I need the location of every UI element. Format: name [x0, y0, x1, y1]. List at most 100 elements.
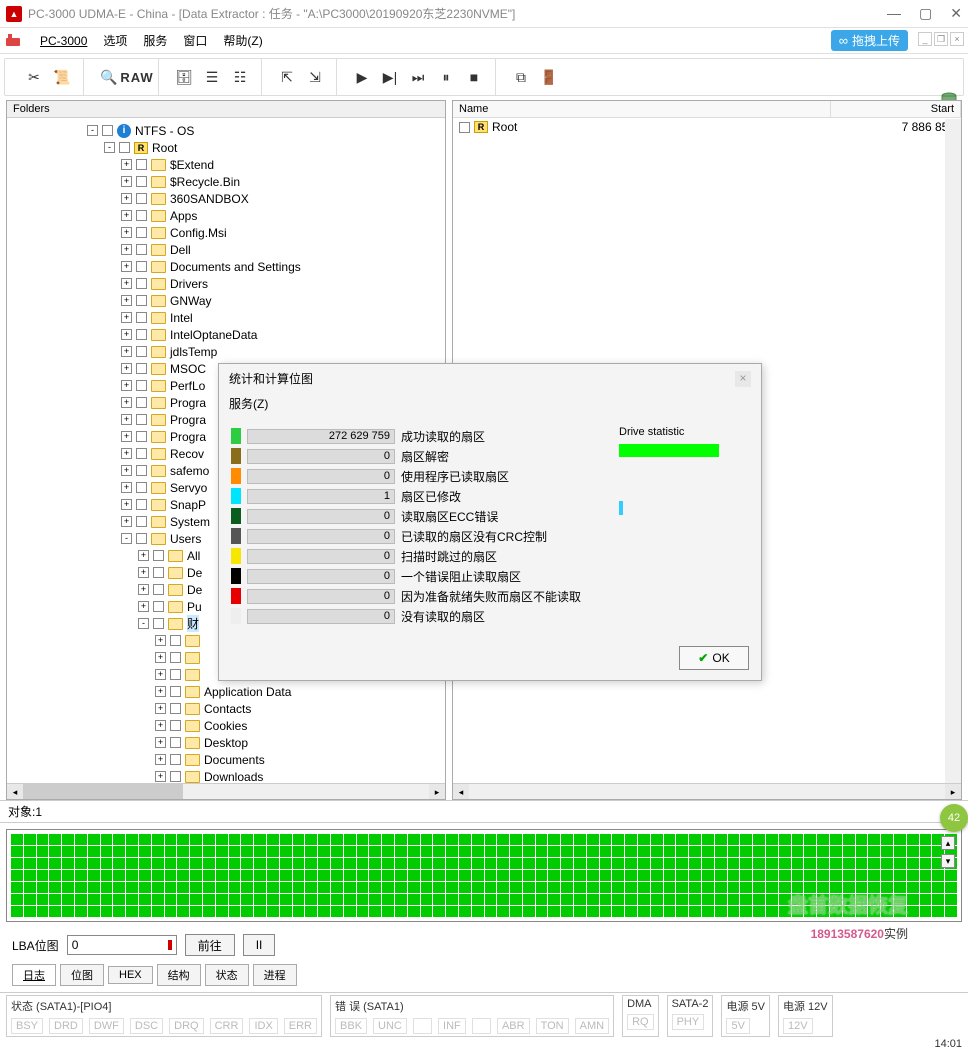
sector-cell[interactable]	[126, 834, 138, 845]
sector-cell[interactable]	[318, 906, 330, 917]
tab-log[interactable]: 日志	[12, 964, 56, 986]
sector-cell[interactable]	[561, 906, 573, 917]
sector-cell[interactable]	[600, 834, 612, 845]
sector-cell[interactable]	[625, 834, 637, 845]
tree-node[interactable]: +Dell	[7, 241, 445, 258]
sector-cell[interactable]	[421, 882, 433, 893]
sector-cell[interactable]	[638, 846, 650, 857]
sector-cell[interactable]	[88, 906, 100, 917]
col-name[interactable]: Name	[453, 101, 831, 117]
sector-cell[interactable]	[664, 834, 676, 845]
tree-checkbox[interactable]	[119, 142, 130, 153]
export-icon[interactable]: ⇱	[276, 66, 298, 88]
tree-node[interactable]: +Documents	[7, 751, 445, 768]
sector-cell[interactable]	[894, 846, 906, 857]
sector-cell[interactable]	[113, 882, 125, 893]
sector-cell[interactable]	[293, 846, 305, 857]
tree-node[interactable]: +Config.Msi	[7, 224, 445, 241]
sector-cell[interactable]	[920, 882, 932, 893]
sector-cell[interactable]	[395, 858, 407, 869]
sector-cell[interactable]	[152, 882, 164, 893]
sector-cell[interactable]	[37, 846, 49, 857]
sector-cell[interactable]	[523, 906, 535, 917]
expand-icon[interactable]: +	[121, 346, 132, 357]
sector-cell[interactable]	[229, 858, 241, 869]
sector-cell[interactable]	[920, 870, 932, 881]
sector-cell[interactable]	[177, 870, 189, 881]
tree-checkbox[interactable]	[153, 601, 164, 612]
sector-cell[interactable]	[536, 894, 548, 905]
sector-cell[interactable]	[459, 906, 471, 917]
sector-cell[interactable]	[689, 846, 701, 857]
sector-cell[interactable]	[382, 858, 394, 869]
tree-checkbox[interactable]	[136, 193, 147, 204]
play-step-icon[interactable]: ▶|	[379, 66, 401, 88]
sector-cell[interactable]	[881, 846, 893, 857]
sector-cell[interactable]	[241, 834, 253, 845]
list-icon[interactable]: ☰	[201, 66, 223, 88]
sector-cell[interactable]	[843, 846, 855, 857]
sector-cell[interactable]	[433, 834, 445, 845]
sector-cell[interactable]	[792, 858, 804, 869]
sector-cell[interactable]	[229, 846, 241, 857]
sector-cell[interactable]	[651, 906, 663, 917]
sector-cell[interactable]	[587, 834, 599, 845]
sector-cell[interactable]	[37, 882, 49, 893]
sector-cell[interactable]	[676, 834, 688, 845]
sector-cell[interactable]	[856, 834, 868, 845]
sector-cell[interactable]	[165, 846, 177, 857]
sector-cell[interactable]	[868, 858, 880, 869]
sector-cell[interactable]	[101, 846, 113, 857]
sector-cell[interactable]	[395, 846, 407, 857]
scroll-left-arrow[interactable]: ◂	[453, 784, 469, 799]
sector-cell[interactable]	[728, 882, 740, 893]
sector-cell[interactable]	[664, 906, 676, 917]
sector-cell[interactable]	[229, 906, 241, 917]
sector-cell[interactable]	[305, 870, 317, 881]
tree-checkbox[interactable]	[136, 346, 147, 357]
sector-cell[interactable]	[510, 870, 522, 881]
sector-cell[interactable]	[254, 858, 266, 869]
sector-cell[interactable]	[75, 906, 87, 917]
sector-cell[interactable]	[817, 870, 829, 881]
sector-cell[interactable]	[113, 858, 125, 869]
sector-cell[interactable]	[241, 858, 253, 869]
expand-icon[interactable]: +	[121, 176, 132, 187]
stats-titlebar[interactable]: 统计和计算位图 ×	[219, 364, 761, 393]
lba-input[interactable]: 0	[67, 935, 177, 955]
sector-cell[interactable]	[357, 882, 369, 893]
sector-cell[interactable]	[676, 858, 688, 869]
tree-checkbox[interactable]	[153, 550, 164, 561]
tree-hscroll[interactable]: ◂ ▸	[7, 783, 445, 799]
sector-cell[interactable]	[190, 894, 202, 905]
expand-icon[interactable]: +	[155, 686, 166, 697]
tree-checkbox[interactable]	[170, 754, 181, 765]
tree-checkbox[interactable]	[136, 312, 147, 323]
sector-cell[interactable]	[382, 846, 394, 857]
sector-cell[interactable]	[62, 870, 74, 881]
sector-cell[interactable]	[715, 870, 727, 881]
menu-options[interactable]: 选项	[95, 32, 135, 49]
sector-cell[interactable]	[152, 870, 164, 881]
sector-cell[interactable]	[651, 858, 663, 869]
sector-cell[interactable]	[254, 882, 266, 893]
sector-cell[interactable]	[369, 858, 381, 869]
sector-cell[interactable]	[421, 834, 433, 845]
tree-checkbox[interactable]	[136, 244, 147, 255]
sector-cell[interactable]	[369, 834, 381, 845]
sector-cell[interactable]	[728, 870, 740, 881]
sector-cell[interactable]	[587, 870, 599, 881]
sector-cell[interactable]	[920, 894, 932, 905]
sector-cell[interactable]	[190, 870, 202, 881]
sector-cell[interactable]	[344, 846, 356, 857]
sector-cell[interactable]	[664, 846, 676, 857]
sector-cell[interactable]	[267, 858, 279, 869]
sector-cell[interactable]	[152, 858, 164, 869]
sector-cell[interactable]	[817, 858, 829, 869]
sector-cell[interactable]	[740, 882, 752, 893]
sector-cell[interactable]	[229, 894, 241, 905]
tree-checkbox[interactable]	[136, 533, 147, 544]
sector-cell[interactable]	[485, 870, 497, 881]
sector-cell[interactable]	[369, 870, 381, 881]
tree-node[interactable]: +Drivers	[7, 275, 445, 292]
